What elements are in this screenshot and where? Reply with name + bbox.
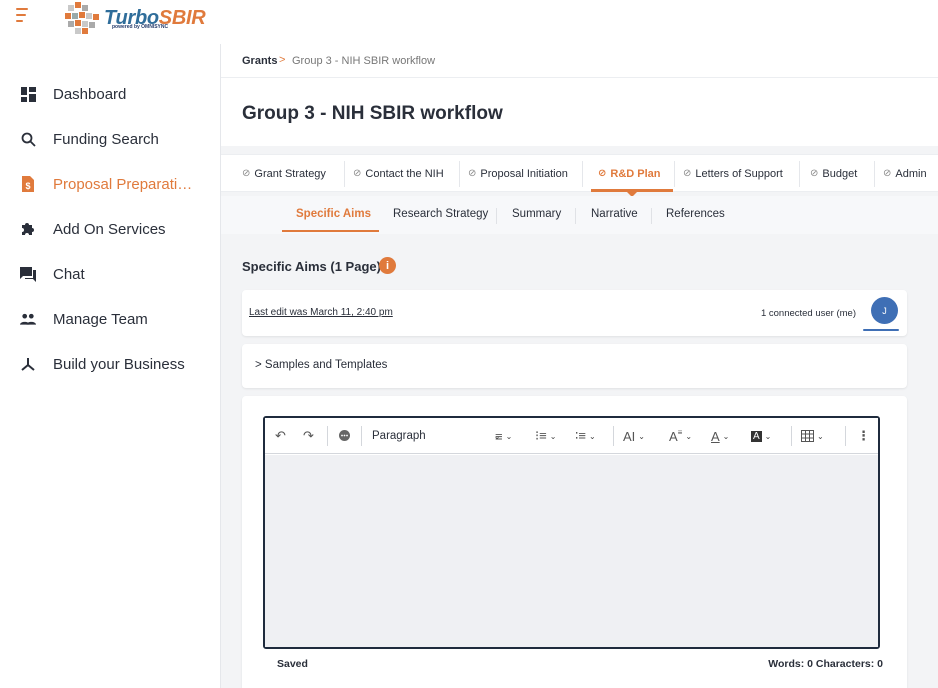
sidebar-item-label: Add On Services [53, 220, 166, 238]
logo-mark-icon [64, 1, 100, 35]
main-content: Grants > Group 3 - NIH SBIR workflow Gro… [221, 44, 938, 688]
check-circle-icon: ⊘ [242, 168, 251, 179]
tab-summary[interactable]: Summary [512, 208, 561, 220]
check-circle-icon: ⊘ [810, 168, 819, 179]
dollar-document-icon: $ [20, 176, 36, 192]
breadcrumb-current: Group 3 - NIH SBIR workflow [292, 55, 436, 67]
edit-status-card: Last edit was March 11, 2:40 pm 1 connec… [242, 290, 907, 336]
logo[interactable]: TurboSBIR [64, 0, 206, 36]
sidebar-item-label: Dashboard [53, 85, 127, 103]
step-contact-nih[interactable]: ⊘ Contact the NIH [353, 155, 444, 192]
check-circle-icon: ⊘ [683, 168, 692, 179]
avatar[interactable]: J [871, 297, 898, 324]
svg-text:$: $ [25, 181, 30, 191]
sidebar-item-manage-team[interactable]: Manage Team [0, 299, 221, 339]
logo-subtitle: powered by OMNISYNC [112, 24, 169, 30]
samples-templates-label: > Samples and Templates [255, 359, 388, 371]
check-circle-icon: ⊘ [883, 168, 892, 179]
tab-references[interactable]: References [666, 208, 725, 220]
page-title: Group 3 - NIH SBIR workflow [242, 103, 503, 124]
block-format-dropdown[interactable]: Paragraph ⌄ [372, 418, 500, 454]
sidebar-item-funding-search[interactable]: Funding Search [0, 119, 221, 159]
step-admin[interactable]: ⊘ Admin [883, 155, 927, 192]
sidebar-item-label: Funding Search [53, 130, 159, 148]
sidebar-item-dashboard[interactable]: Dashboard [0, 74, 221, 114]
sidebar-item-label: Manage Team [53, 310, 148, 328]
active-tab-indicator [282, 230, 379, 232]
sidebar: Dashboard Funding Search $ Proposal Prep… [0, 44, 221, 688]
section-title: Specific Aims (1 Page) [242, 259, 381, 274]
comment-icon[interactable] [338, 418, 351, 454]
menu-toggle-icon[interactable] [16, 8, 34, 24]
sidebar-item-chat[interactable]: Chat [0, 254, 221, 294]
check-circle-icon: ⊘ [598, 168, 607, 179]
section-tabs: Specific Aims Research Strategy Summary … [221, 196, 938, 234]
workflow-steps: ⊘ Grant Strategy ⊘ Contact the NIH ⊘ Propos… [221, 154, 938, 197]
save-status: Saved [277, 658, 308, 670]
connected-users-text: 1 connected user (me) [760, 308, 856, 319]
step-rd-plan[interactable]: ⊘ R&D Plan [598, 155, 661, 192]
redo-icon[interactable]: ↷ [303, 418, 314, 454]
puzzle-icon [20, 221, 36, 237]
samples-templates-accordion[interactable]: > Samples and Templates [242, 344, 907, 388]
editor-toolbar: ↶ ↷ Paragraph ⌄ ≡ ⌄ ⁝≡ ⌄ ∶≡ ⌄ AI ⌄ A ≡ ⌄ A ⌄ A ⌄ … [265, 418, 878, 454]
editor-text-area[interactable] [265, 455, 878, 647]
step-grant-strategy[interactable]: ⊘ Grant Strategy [242, 155, 326, 192]
tab-specific-aims[interactable]: Specific Aims [296, 208, 371, 220]
more-options-icon[interactable]: ⋮ [857, 418, 870, 454]
info-icon[interactable]: i [379, 257, 396, 274]
check-circle-icon: ⊘ [468, 168, 477, 179]
chat-icon [20, 266, 36, 282]
font-family-icon[interactable]: A ≡ ⌄ [669, 418, 692, 454]
sidebar-item-label: Chat [53, 265, 85, 283]
undo-icon[interactable]: ↶ [275, 418, 286, 454]
team-icon [20, 311, 36, 327]
sidebar-item-label: Build your Business [53, 355, 185, 373]
dashboard-icon [20, 86, 36, 102]
top-bar: TurboSBIR powered by OMNISYNC [0, 0, 938, 44]
font-color-icon[interactable]: A ⌄ [711, 418, 729, 454]
rich-text-editor: ↶ ↷ Paragraph ⌄ ≡ ⌄ ⁝≡ ⌄ ∶≡ ⌄ AI ⌄ A ≡ ⌄ A ⌄ A ⌄ … [263, 416, 880, 649]
sidebar-item-proposal-preparation[interactable]: $ Proposal Preparati… [0, 164, 221, 204]
sidebar-item-add-on-services[interactable]: Add On Services [0, 209, 221, 249]
tab-research-strategy[interactable]: Research Strategy [393, 208, 488, 220]
text-size-icon[interactable]: AI ⌄ [623, 418, 645, 454]
step-proposal-initiation[interactable]: ⊘ Proposal Initiation [468, 155, 568, 192]
word-character-count: Words: 0 Characters: 0 [768, 658, 883, 670]
bulleted-list-icon[interactable]: ∶≡ ⌄ [575, 418, 596, 454]
title-band: Group 3 - NIH SBIR workflow [221, 78, 938, 146]
numbered-list-icon[interactable]: ⁝≡ ⌄ [535, 418, 556, 454]
insert-table-icon[interactable]: ⌄ [801, 418, 824, 454]
breadcrumb-separator: > [279, 54, 286, 66]
sidebar-item-build-your-business[interactable]: Build your Business [0, 344, 221, 384]
highlight-color-icon[interactable]: A ⌄ [751, 418, 771, 454]
breadcrumb: Grants > Group 3 - NIH SBIR workflow [221, 44, 938, 78]
tab-narrative[interactable]: Narrative [591, 208, 638, 220]
avatar-underline [863, 329, 899, 331]
search-icon [20, 131, 36, 147]
last-edit-link[interactable]: Last edit was March 11, 2:40 pm [249, 307, 393, 318]
check-circle-icon: ⊘ [353, 168, 362, 179]
breadcrumb-grants-link[interactable]: Grants [242, 55, 277, 67]
align-dropdown-icon[interactable]: ≡ ⌄ [495, 418, 512, 454]
editor-card: ↶ ↷ Paragraph ⌄ ≡ ⌄ ⁝≡ ⌄ ∶≡ ⌄ AI ⌄ A ≡ ⌄ A ⌄ A ⌄ … [242, 396, 907, 688]
step-letters-of-support[interactable]: ⊘ Letters of Support [683, 155, 783, 192]
sidebar-item-label: Proposal Preparati… [53, 175, 193, 193]
step-budget[interactable]: ⊘ Budget [810, 155, 857, 192]
network-icon [20, 356, 36, 372]
